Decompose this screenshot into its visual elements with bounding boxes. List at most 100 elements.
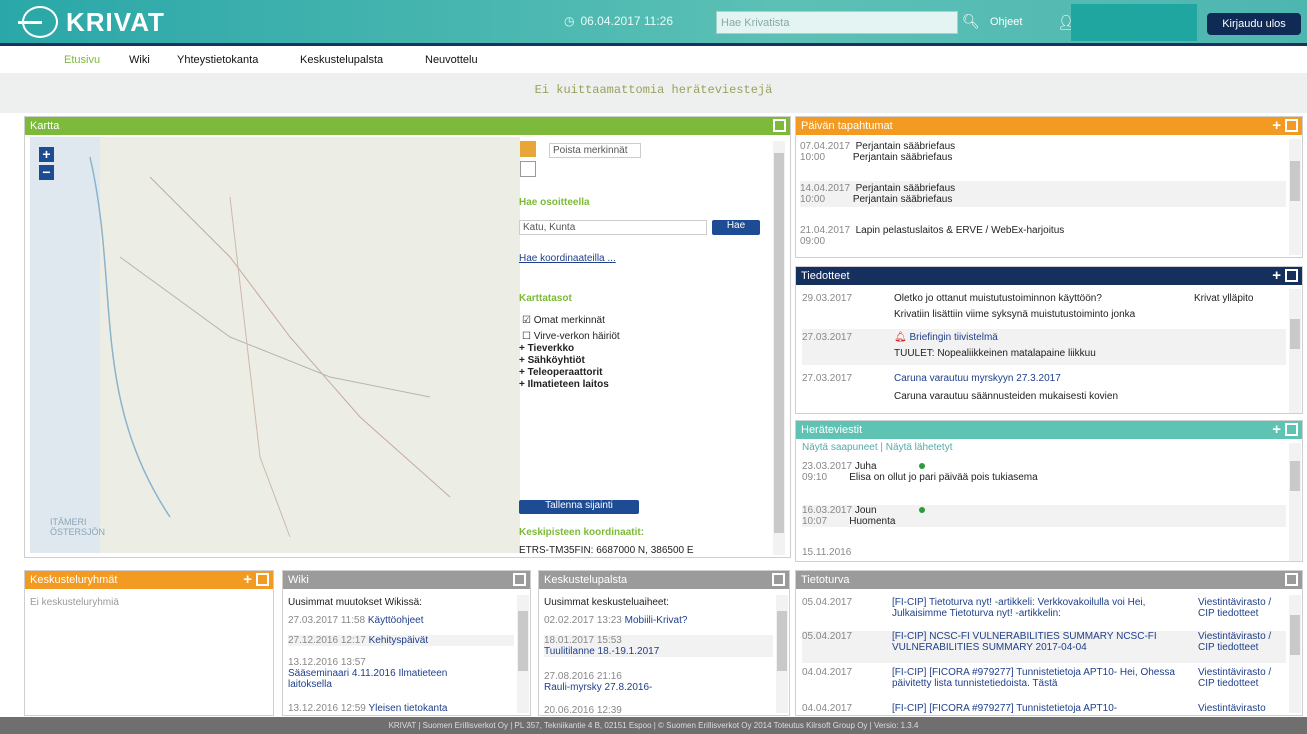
forum-row[interactable]: 20.06.2016 12:39 — [544, 705, 773, 715]
nav-meeting[interactable]: Neuvottelu — [425, 54, 478, 66]
layer-own-marks[interactable]: ☑ Omat merkinnät — [522, 315, 605, 326]
help-link[interactable]: Ohjeet — [990, 16, 1022, 28]
security-date: 04.04.2017 — [802, 667, 853, 678]
forum-date: 27.08.2016 21:16 — [544, 671, 622, 682]
wiki-link[interactable]: Käyttöohjeet — [368, 615, 424, 626]
map-form-scrollbar[interactable] — [773, 141, 785, 555]
minimize-icon[interactable] — [1285, 423, 1298, 436]
alerts-title: Heräteviestit — [801, 424, 863, 436]
wiki-scrollbar[interactable] — [517, 595, 529, 713]
forum-scrollbar[interactable] — [776, 595, 788, 713]
logout-button[interactable]: Kirjaudu ulos — [1207, 13, 1301, 35]
wiki-row[interactable]: 27.03.2017 11:58 Käyttöohjeet — [288, 615, 514, 626]
save-location-button[interactable]: Tallenna sijainti — [519, 500, 639, 514]
coords-search-link[interactable]: Hae koordinaateilla ... — [519, 253, 616, 264]
layer-groups[interactable]: + Tieverkko + Sähköyhtiöt + Teleoperaatt… — [519, 343, 609, 391]
security-row[interactable]: 05.04.2017 [FI-CIP] NCSC-FI VULNERABILITI… — [802, 631, 1286, 663]
event-row[interactable]: 21.04.2017 Lapin pelastuslaitos & ERVE /… — [800, 225, 1286, 247]
forum-row[interactable]: 27.08.2016 21:16 Rauli-myrsky 27.8.2016- — [544, 671, 773, 693]
tab-received[interactable]: Näytä saapuneet — [802, 442, 878, 453]
event-row[interactable]: 14.04.2017 Perjantain sääbriefaus 10:00 P… — [800, 181, 1286, 207]
minimize-icon[interactable] — [773, 119, 786, 132]
address-search-button[interactable]: Hae — [712, 220, 760, 235]
address-input[interactable]: Katu, Kunta — [519, 220, 707, 235]
event-text-2: Perjantain sääbriefaus — [852, 152, 953, 163]
groups-panel: Keskusteluryhmät + Ei keskusteluryhmiä — [24, 570, 274, 716]
alert-time: 10:07 — [802, 516, 828, 527]
layer-telecom[interactable]: + Teleoperaattorit — [519, 367, 609, 379]
forum-link[interactable]: Rauli-myrsky 27.8.2016- — [544, 682, 652, 693]
tab-sent[interactable]: Näytä lähetetyt — [886, 442, 953, 453]
alert-row[interactable]: 23.03.2017 Juha 09:10 Elisa on ollut jo … — [802, 461, 1286, 483]
events-scrollbar[interactable] — [1289, 139, 1301, 255]
add-icon[interactable]: + — [243, 572, 252, 587]
minimize-icon[interactable] — [1285, 119, 1298, 132]
scroll-thumb[interactable] — [1290, 161, 1300, 201]
wiki-link[interactable]: Kehityspäivät — [369, 635, 428, 646]
layer-virve[interactable]: ☐ Virve-verkon häiriöt — [522, 331, 620, 342]
scroll-thumb[interactable] — [777, 611, 787, 671]
krivat-logo[interactable]: KRIVAT — [18, 6, 165, 38]
security-row[interactable]: 04.04.2017 [FI-CIP] [FICORA #979277] Tunn… — [802, 667, 1286, 701]
minimize-icon[interactable] — [772, 573, 785, 586]
add-icon[interactable]: + — [1272, 422, 1281, 437]
alert-row[interactable]: 15.11.2016 — [802, 547, 1286, 558]
minimize-icon[interactable] — [1285, 269, 1298, 282]
layer-weather[interactable]: + Ilmatieteen laitos — [519, 379, 609, 391]
search-icon[interactable]: 🔍︎ — [962, 13, 980, 31]
nav-forum[interactable]: Keskustelupalsta — [300, 54, 383, 66]
map-view[interactable]: + − ITÄMERI ÖSTERSJÖN — [30, 137, 520, 553]
security-source[interactable]: Viestintävirasto / CIP tiedotteet — [1198, 667, 1282, 689]
search-input[interactable]: Hae Krivatista — [716, 11, 958, 34]
bulletin-title: Oletko jo ottanut muistutustoiminnon käy… — [894, 293, 1102, 304]
forum-link[interactable]: Mobiili-Krivat? — [625, 615, 688, 626]
marker-tool-icon[interactable] — [520, 141, 536, 157]
wiki-row[interactable]: 13.12.2016 13:57 Sääseminaari 4.11.2016 I… — [288, 657, 488, 690]
wiki-row[interactable]: 27.12.2016 12:17 Kehityspäivät — [288, 635, 514, 646]
measure-tool-icon[interactable] — [520, 161, 536, 177]
security-scrollbar[interactable] — [1289, 595, 1301, 713]
map-header: Kartta — [25, 117, 790, 135]
alert-row[interactable]: 16.03.2017 Joun 10:07 Huomenta — [802, 505, 1286, 527]
scroll-thumb[interactable] — [1290, 461, 1300, 491]
security-row[interactable]: 05.04.2017 [FI-CIP] Tietoturva nyt! -arti… — [802, 597, 1286, 631]
minimize-icon[interactable] — [513, 573, 526, 586]
alerts-scrollbar[interactable] — [1289, 443, 1301, 561]
scroll-thumb[interactable] — [774, 153, 784, 533]
nav-contacts[interactable]: Yhteystietokanta — [177, 54, 258, 66]
add-icon[interactable]: + — [1272, 268, 1281, 283]
nav-wiki[interactable]: Wiki — [129, 54, 150, 66]
minimize-icon[interactable] — [1285, 573, 1298, 586]
add-icon[interactable]: + — [1272, 118, 1281, 133]
forum-row[interactable]: 02.02.2017 13:23 Mobiili-Krivat? — [544, 615, 773, 626]
zoom-out-button[interactable]: − — [39, 165, 54, 180]
forum-intro: Uusimmat keskusteluaiheet: — [544, 597, 670, 608]
nav-home[interactable]: Etusivu — [64, 54, 100, 66]
scroll-thumb[interactable] — [518, 611, 528, 671]
security-text[interactable]: [FI-CIP] [FICORA #979277] Tunnistetietoj… — [892, 667, 1192, 689]
minimize-icon[interactable] — [256, 573, 269, 586]
layer-virve-label: Virve-verkon häiriöt — [533, 331, 620, 342]
security-source[interactable]: Viestintävirasto / CIP tiedotteet — [1198, 597, 1282, 619]
layer-power[interactable]: + Sähköyhtiöt — [519, 355, 609, 367]
bulletin-body: Krivatiin lisättiin viime syksynä muistu… — [894, 309, 1136, 320]
security-text[interactable]: [FI-CIP] Tietoturva nyt! -artikkeli: Ver… — [892, 597, 1192, 619]
forum-row[interactable]: 18.01.2017 15:53 Tuulitilanne 18.-19.1.20… — [544, 635, 773, 657]
scroll-thumb[interactable] — [1290, 319, 1300, 349]
user-name-box[interactable] — [1071, 4, 1197, 41]
event-row[interactable]: 07.04.2017 Perjantain sääbriefaus 10:00 P… — [800, 141, 1286, 163]
wiki-link[interactable]: Yleisen tietokanta — [368, 703, 447, 714]
bulletin-row[interactable]: 27.03.2017 🔔︎ Briefingin tiivistelmä TUULE… — [802, 329, 1286, 365]
wiki-link[interactable]: Sääseminaari 4.11.2016 Ilmatieteen laito… — [288, 668, 447, 690]
forum-link[interactable]: Tuulitilanne 18.-19.1.2017 — [544, 646, 659, 657]
security-text[interactable]: [FI-CIP] [FICORA #979277] Tunnistetietoj… — [892, 703, 1117, 714]
zoom-in-button[interactable]: + — [39, 147, 54, 162]
bulletins-scrollbar[interactable] — [1289, 289, 1301, 413]
scroll-thumb[interactable] — [1290, 615, 1300, 655]
wiki-row[interactable]: 13.12.2016 12:59 Yleisen tietokanta — [288, 703, 514, 714]
remove-marks-button[interactable]: Poista merkinnät — [549, 143, 641, 158]
security-source[interactable]: Viestintävirasto / CIP tiedotteet — [1198, 631, 1282, 653]
security-text[interactable]: [FI-CIP] NCSC-FI VULNERABILITIES SUMMARY… — [892, 631, 1192, 653]
security-source[interactable]: Viestintävirasto — [1198, 703, 1266, 714]
layer-roads[interactable]: + Tieverkko — [519, 343, 609, 355]
